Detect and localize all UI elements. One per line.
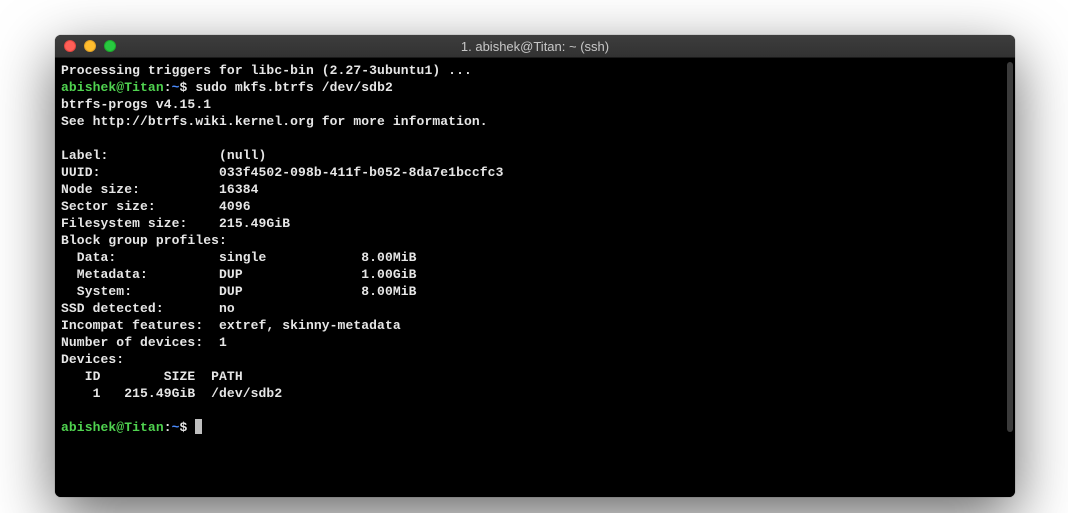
prompt-user-host: abishek@Titan [61,80,164,95]
terminal-window: 1. abishek@Titan: ~ (ssh) Processing tri… [55,35,1015,497]
output-line: System: DUP 8.00MiB [61,284,417,299]
prompt-colon: : [164,80,172,95]
output-line: Block group profiles: [61,233,227,248]
prompt-colon: : [164,420,172,435]
output-line: Incompat features: extref, skinny-metada… [61,318,401,333]
output-line: Sector size: 4096 [61,199,251,214]
prompt-path: ~ [172,80,180,95]
maximize-icon[interactable] [104,40,116,52]
prompt-user-host: abishek@Titan [61,420,164,435]
output-line: Number of devices: 1 [61,335,227,350]
scrollbar[interactable] [1007,62,1013,432]
prompt-symbol: $ [180,420,188,435]
output-line: ID SIZE PATH [61,369,243,384]
output-line: Data: single 8.00MiB [61,250,417,265]
output-line: UUID: 033f4502-098b-411f-b052-8da7e1bccf… [61,165,503,180]
output-line: Metadata: DUP 1.00GiB [61,267,417,282]
titlebar[interactable]: 1. abishek@Titan: ~ (ssh) [55,35,1015,58]
output-line: Filesystem size: 215.49GiB [61,216,290,231]
terminal-content[interactable]: Processing triggers for libc-bin (2.27-3… [55,58,1015,440]
minimize-icon[interactable] [84,40,96,52]
traffic-lights [64,40,116,52]
prompt-path: ~ [172,420,180,435]
output-line: 1 215.49GiB /dev/sdb2 [61,386,282,401]
output-line: SSD detected: no [61,301,235,316]
terminal-body[interactable]: Processing triggers for libc-bin (2.27-3… [55,58,1015,497]
window-title: 1. abishek@Titan: ~ (ssh) [55,39,1015,54]
output-line: Devices: [61,352,124,367]
output-line: Label: (null) [61,148,266,163]
command-text: sudo mkfs.btrfs /dev/sdb2 [187,80,392,95]
close-icon[interactable] [64,40,76,52]
output-line: btrfs-progs v4.15.1 [61,97,211,112]
cursor [195,419,202,434]
output-line: Processing triggers for libc-bin (2.27-3… [61,63,472,78]
output-line: Node size: 16384 [61,182,259,197]
output-line: See http://btrfs.wiki.kernel.org for mor… [61,114,488,129]
